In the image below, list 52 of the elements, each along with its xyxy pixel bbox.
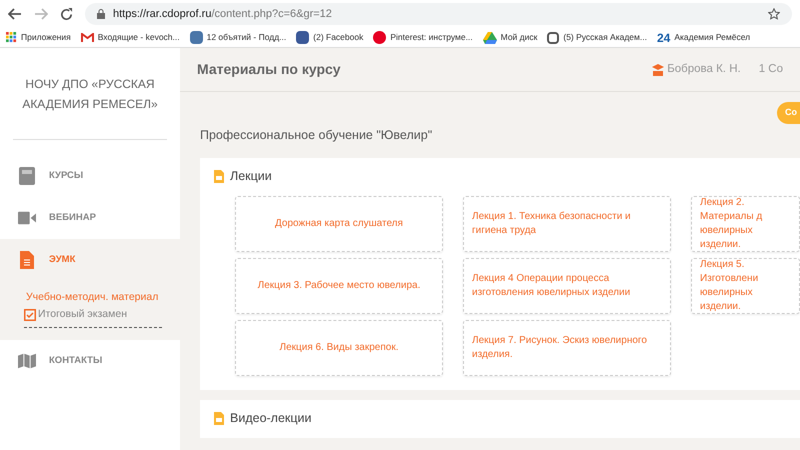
map-icon	[18, 353, 36, 369]
video-camera-icon	[18, 211, 36, 225]
nav-item[interactable]: КОНТАКТЫ	[0, 340, 180, 382]
checkbox-tick-icon	[24, 308, 36, 320]
back-arrow-icon[interactable]	[8, 8, 22, 20]
nav-item[interactable]: ЭУМК	[0, 239, 180, 281]
lecture-card[interactable]: Лекция 3. Рабочее место ювелира.	[235, 258, 443, 314]
site-number-logo: 24	[656, 30, 670, 46]
reload-icon[interactable]	[60, 8, 73, 20]
facebook-logo-icon	[296, 31, 310, 44]
page-icon	[547, 32, 560, 44]
apps-grid-icon	[6, 32, 17, 43]
star-icon[interactable]	[768, 8, 780, 20]
vk-logo-icon	[190, 31, 203, 44]
lecture-card[interactable]: Лекция 7. Рисунок. Эскиз ювелирного изделия.	[463, 320, 671, 376]
lecture-card[interactable]: Лекция 5. Изготовлени ювелирных изделии.	[691, 258, 800, 314]
header-link[interactable]: 1 Со	[758, 60, 783, 78]
lecture-card[interactable]: Лекция 1. Техника безопасности и гигиена труда	[463, 196, 671, 252]
address-bar[interactable]: https://rar.cdoprof.ru/content.php?c=6&gr=12	[85, 3, 792, 25]
bookmark-item[interactable]: Входящие - kevoch...	[80, 31, 180, 44]
section-title: Видео-лекции	[230, 410, 312, 428]
lecture-card[interactable]: Лекция 4 Операции процесса изготовления ювелирных изделии	[463, 258, 671, 314]
submenu-item[interactable]: Учебно-методич. материал	[24, 289, 156, 306]
user-name[interactable]: Боброва К. Н.	[667, 60, 741, 78]
submenu-item[interactable]: Итоговый экзамен	[24, 306, 156, 323]
section-title: Лекции	[230, 168, 272, 186]
file-icon	[214, 170, 224, 184]
graduate-user-icon	[652, 64, 664, 76]
url-text: https://rar.cdoprof.ru/content.php?c=6&gr=12	[113, 6, 332, 22]
pinterest-logo-icon	[373, 31, 386, 44]
bookmark-item[interactable]: (5) Русская Академ...	[547, 31, 647, 44]
bookmark-item[interactable]: 12 объятий - Подд...	[190, 31, 286, 44]
bookmark-item[interactable]: (2) Facebook	[296, 31, 364, 44]
document-icon	[20, 251, 34, 269]
course-button[interactable]: Со	[777, 102, 800, 124]
lock-icon	[97, 9, 105, 19]
mail-icon	[80, 32, 94, 42]
drive-triangle-icon	[482, 32, 497, 44]
bookmark-item[interactable]: Мой диск	[482, 31, 538, 44]
file-icon	[214, 412, 224, 426]
book-icon	[19, 167, 35, 185]
organization-title: НОЧУ ДПО «РУССКАЯ АКАДЕМИЯ РЕМЕСЕЛ»	[21, 76, 159, 112]
lecture-card[interactable]: Лекция 6. Виды закрепок.	[235, 320, 443, 376]
course-title: Профессиональное обучение "Ювелир"	[200, 127, 432, 144]
bookmark-item[interactable]: Приложения	[6, 31, 71, 44]
page-title: Материалы по курсу	[197, 60, 341, 79]
bookmark-item[interactable]: Pinterest: инструме...	[373, 31, 473, 44]
nav-item[interactable]: ВЕБИНАР	[0, 197, 180, 239]
lecture-card[interactable]: Дорожная карта слушателя	[235, 196, 443, 252]
lecture-card[interactable]: Лекция 2. Материалы д ювелирных изделии.	[691, 196, 800, 252]
nav-item[interactable]: КУРСЫ	[0, 155, 180, 197]
bookmark-item[interactable]: 24 Академия Ремёсел	[656, 28, 750, 46]
